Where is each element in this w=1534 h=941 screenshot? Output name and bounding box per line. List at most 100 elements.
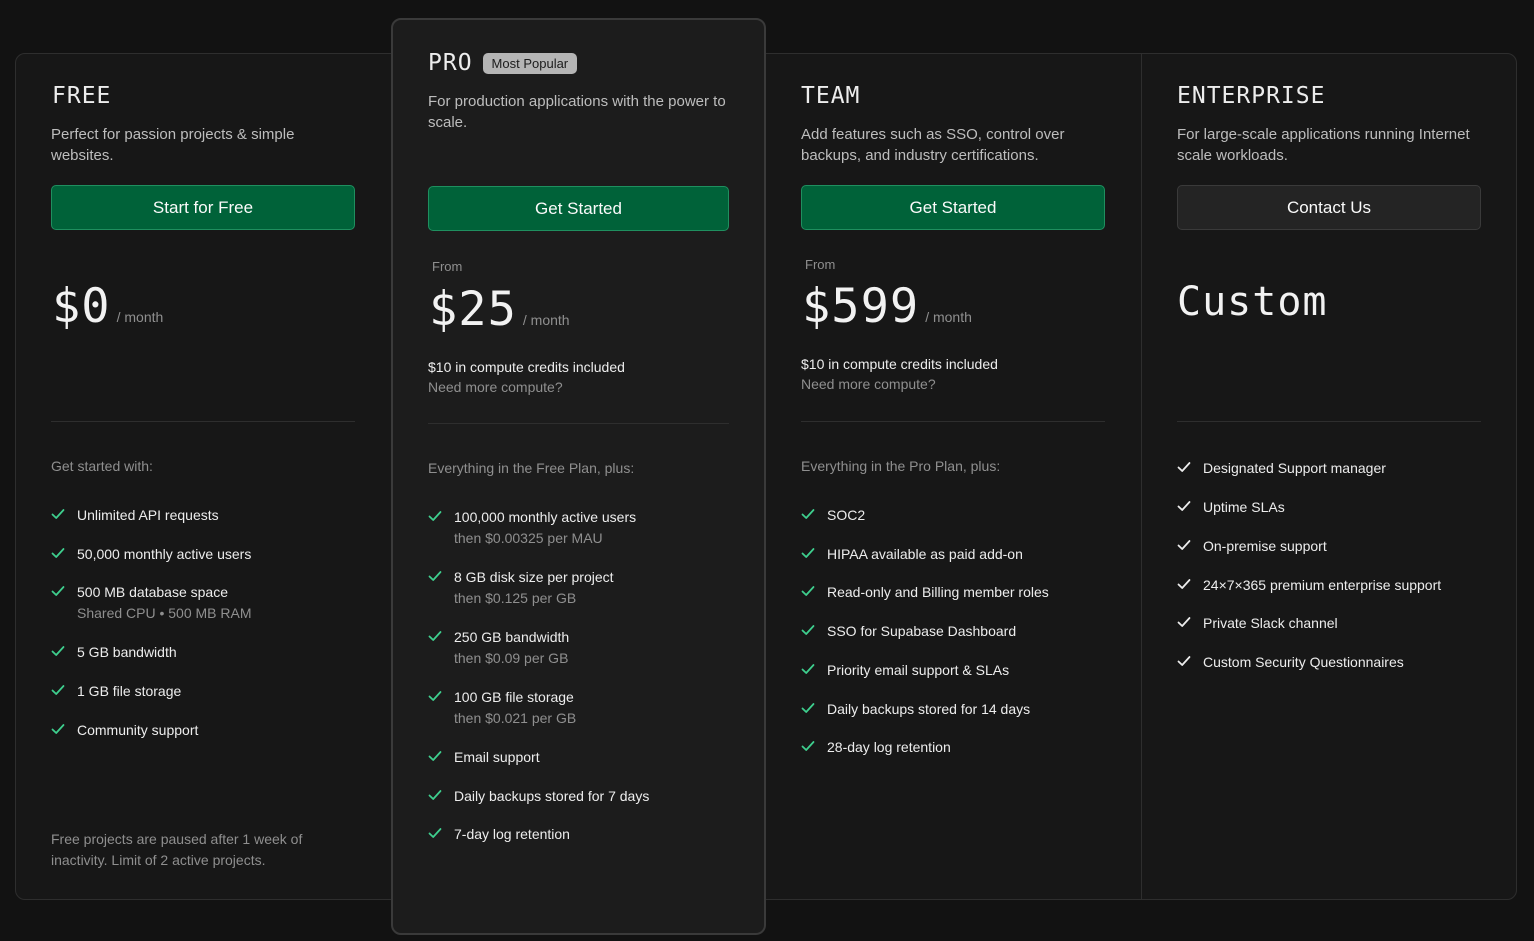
feature-text: Read-only and Billing member roles [827, 584, 1049, 600]
feature-text: SOC2 [827, 507, 866, 523]
feature-text: 1 GB file storage [77, 683, 182, 699]
feature-text: On-premise support [1203, 538, 1327, 554]
feature-item: 50,000 monthly active users [51, 544, 371, 565]
feature-text: Community support [77, 722, 199, 738]
feature-item: 24×7×365 premium enterprise support [1177, 575, 1497, 596]
feature-text: 500 MB database space Shared CPU • 500 MB… [77, 582, 252, 624]
feature-item: SSO for Supabase Dashboard [801, 621, 1121, 642]
price-value: $599 [802, 279, 920, 334]
price-from-label: From [805, 257, 836, 272]
feature-item: On-premise support [1177, 536, 1497, 557]
price-period: / month [925, 309, 972, 325]
divider [801, 421, 1105, 422]
plan-description: For large-scale applications running Int… [1177, 126, 1470, 164]
feature-item: Uptime SLAs [1177, 497, 1497, 518]
need-more-compute-link[interactable]: Need more compute? [428, 377, 625, 397]
plan-description: Perfect for passion projects & simple we… [51, 126, 295, 164]
feature-text: 250 GB bandwidth then $0.09 per GB [454, 627, 569, 669]
features-intro: Get started with: [51, 458, 153, 474]
checkmark-icon [428, 571, 442, 581]
feature-text: 50,000 monthly active users [77, 546, 252, 562]
start-for-free-button[interactable]: Start for Free [51, 185, 355, 230]
checkmark-icon [428, 511, 442, 521]
feature-text: Private Slack channel [1203, 615, 1338, 631]
feature-text: 24×7×365 premium enterprise support [1203, 577, 1442, 593]
price-value: $25 [429, 282, 517, 337]
price-row: Custom [1177, 279, 1328, 325]
plan-header: PRO Most Popular [428, 50, 578, 76]
need-more-compute-link[interactable]: Need more compute? [801, 374, 998, 394]
feature-text: Priority email support & SLAs [827, 662, 1010, 678]
checkmark-icon [428, 790, 442, 800]
feature-text: HIPAA available as paid add-on [827, 546, 1023, 562]
feature-item: Daily backups stored for 7 days [428, 786, 748, 807]
checkmark-icon [51, 586, 65, 596]
pro-get-started-button[interactable]: Get Started [428, 186, 729, 231]
feature-item: Email support [428, 747, 748, 768]
feature-item: Private Slack channel [1177, 613, 1497, 634]
plan-header: FREE [52, 83, 111, 109]
feature-item: Priority email support & SLAs [801, 660, 1121, 681]
plan-pro: PRO Most Popular For production applicat… [391, 18, 766, 935]
checkmark-icon [428, 828, 442, 838]
checkmark-icon [51, 548, 65, 558]
plan-name: TEAM [801, 83, 861, 109]
divider [428, 423, 729, 424]
feature-subtext: then $0.09 per GB [454, 650, 569, 666]
feature-item: 7-day log retention [428, 824, 748, 845]
feature-item: 500 MB database space Shared CPU • 500 MB… [51, 582, 371, 624]
feature-text: 5 GB bandwidth [77, 644, 177, 660]
plan-footnote: Free projects are paused after 1 week of… [51, 831, 303, 868]
feature-item: HIPAA available as paid add-on [801, 544, 1121, 565]
features-intro: Everything in the Pro Plan, plus: [801, 458, 1001, 474]
feature-text: 100,000 monthly active users then $0.0032… [454, 507, 636, 549]
team-get-started-button[interactable]: Get Started [801, 185, 1105, 230]
checkmark-icon [1177, 501, 1191, 511]
plan-name: FREE [52, 83, 112, 109]
checkmark-icon [801, 586, 815, 596]
compute-credits: $10 in compute credits included Need mor… [801, 354, 998, 394]
checkmark-icon [428, 691, 442, 701]
checkmark-icon [801, 703, 815, 713]
price-row: $25 / month [429, 282, 570, 337]
feature-item: 250 GB bandwidth then $0.09 per GB [428, 627, 748, 669]
plan-name: ENTERPRISE [1177, 83, 1326, 109]
feature-item: SOC2 [801, 505, 1121, 526]
checkmark-icon [801, 509, 815, 519]
most-popular-badge: Most Popular [482, 52, 578, 74]
checkmark-icon [51, 646, 65, 656]
divider [51, 421, 355, 422]
feature-item: 1 GB file storage [51, 681, 371, 702]
contact-us-button[interactable]: Contact Us [1177, 185, 1481, 230]
price-row: $0 / month [52, 279, 163, 334]
feature-text: Daily backups stored for 7 days [454, 788, 650, 804]
plan-header: ENTERPRISE [1177, 83, 1325, 109]
compute-credits-text: $10 in compute credits included [428, 359, 625, 375]
feature-subtext: then $0.125 per GB [454, 590, 577, 606]
feature-item: 100,000 monthly active users then $0.0032… [428, 507, 748, 549]
price-period: / month [116, 309, 164, 325]
plan-enterprise: ENTERPRISE For large-scale applications … [1142, 53, 1517, 900]
checkmark-icon [51, 685, 65, 695]
feature-text: 28-day log retention [827, 739, 951, 755]
feature-text: 7-day log retention [454, 826, 570, 842]
checkmark-icon [1177, 579, 1191, 589]
feature-subtext: then $0.00325 per MAU [454, 530, 603, 546]
price-row: $599 / month [802, 279, 972, 334]
compute-credits-text: $10 in compute credits included [801, 356, 998, 372]
checkmark-icon [801, 548, 815, 558]
feature-item: 28-day log retention [801, 737, 1121, 758]
divider [1177, 421, 1481, 422]
feature-text: 100 GB file storage then $0.021 per GB [454, 687, 576, 729]
feature-item: Custom Security Questionnaires [1177, 652, 1497, 673]
checkmark-icon [1177, 617, 1191, 627]
price-value: Custom [1177, 279, 1328, 325]
plan-free: FREE Perfect for passion projects & simp… [15, 53, 391, 900]
compute-credits: $10 in compute credits included Need mor… [428, 357, 625, 397]
price-from-label: From [432, 259, 463, 274]
plan-name: PRO [428, 50, 473, 76]
checkmark-icon [1177, 540, 1191, 550]
price-value: $0 [52, 279, 111, 334]
feature-text: Unlimited API requests [77, 507, 219, 523]
checkmark-icon [428, 631, 442, 641]
